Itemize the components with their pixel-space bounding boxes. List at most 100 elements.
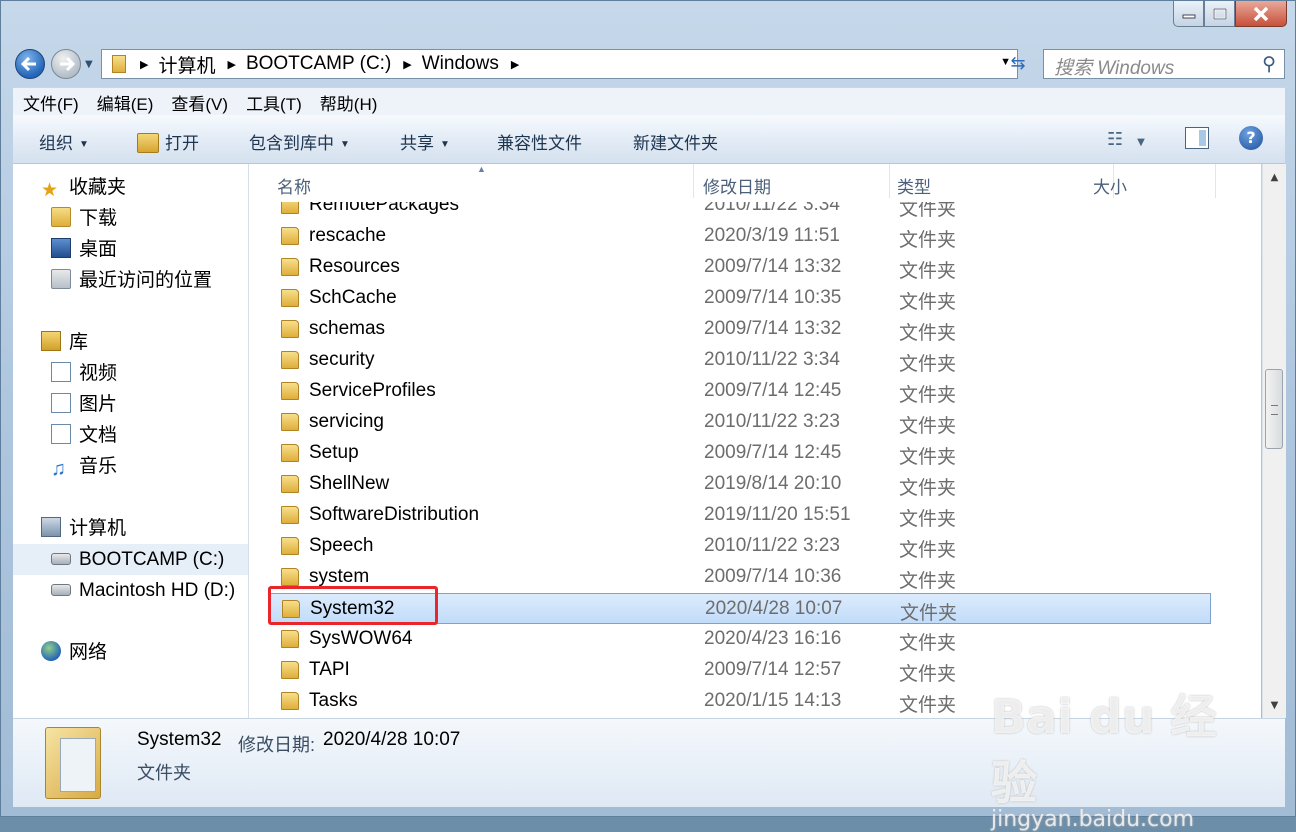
compat-files-button[interactable]: 兼容性文件 — [497, 129, 582, 154]
column-type[interactable]: 类型 — [897, 173, 931, 198]
address-bar[interactable]: ▶ 计算机 ▶ BOOTCAMP (C:) ▶ Windows ▶ ▼ — [101, 49, 1018, 79]
menu-view[interactable]: 查看(V) — [161, 90, 236, 115]
close-button[interactable] — [1235, 1, 1287, 27]
table-row[interactable]: Speech 2010/11/22 3:23 文件夹 — [269, 531, 1211, 562]
nav-label: 计算机 — [69, 518, 127, 539]
new-folder-label: 新建文件夹 — [633, 134, 718, 153]
file-name: rescache — [309, 225, 387, 246]
column-size[interactable]: 大小 — [1093, 173, 1127, 198]
chevron-right-icon[interactable]: ▶ — [511, 58, 519, 71]
open-button[interactable]: 打开 — [137, 129, 199, 154]
file-date: 2010/11/22 3:23 — [704, 535, 840, 556]
chevron-right-icon[interactable]: ▶ — [227, 58, 235, 71]
table-row[interactable]: rescache 2020/3/19 11:51 文件夹 — [269, 221, 1211, 252]
column-divider[interactable] — [693, 164, 694, 198]
grip-icon — [1271, 405, 1278, 415]
folder-icon — [281, 227, 299, 245]
folder-icon — [281, 382, 299, 400]
share-button[interactable]: 共享 ▼ — [400, 129, 450, 154]
nav-item-videos[interactable]: 视频 — [51, 358, 117, 389]
table-row[interactable]: RemotePackages 2010/11/22 3:34 文件夹 — [269, 202, 1211, 221]
nav-item-network[interactable]: 网络 — [41, 637, 107, 668]
video-library-icon — [51, 362, 71, 382]
table-row[interactable]: ShellNew 2019/8/14 20:10 文件夹 — [269, 469, 1211, 500]
new-folder-button[interactable]: 新建文件夹 — [633, 129, 718, 154]
file-date: 2009/7/14 10:36 — [704, 566, 842, 587]
file-type: 文件夹 — [899, 354, 957, 375]
menu-help[interactable]: 帮助(H) — [310, 90, 386, 115]
chevron-right-icon[interactable]: ▶ — [140, 58, 148, 71]
chevron-right-icon[interactable]: ▶ — [403, 58, 411, 71]
include-library-label: 包含到库中 — [249, 134, 334, 153]
recent-pages-dropdown[interactable]: ▼ — [85, 59, 93, 70]
vertical-scrollbar[interactable]: ▲ ▼ — [1262, 164, 1286, 718]
include-in-library-button[interactable]: 包含到库中 ▼ — [249, 129, 350, 154]
scroll-down-arrow[interactable]: ▼ — [1263, 696, 1286, 716]
column-name[interactable]: 名称 — [277, 173, 311, 198]
command-bar: 组织 ▼ 打开 包含到库中 ▼ 共享 ▼ 兼容性文件 新建文件夹 ☷ ▼ ? — [13, 115, 1285, 164]
file-date: 2009/7/14 12:45 — [704, 380, 842, 401]
file-name: security — [309, 349, 375, 370]
table-row[interactable]: SysWOW64 2020/4/23 16:16 文件夹 — [269, 624, 1211, 655]
nav-label: BOOTCAMP (C:) — [79, 549, 225, 570]
search-icon[interactable]: ⚲ — [1262, 53, 1276, 76]
watermark-brand: Bai du 经验 — [991, 690, 1217, 810]
forward-button[interactable] — [51, 49, 81, 79]
nav-item-recent[interactable]: 最近访问的位置 — [51, 265, 212, 296]
large-folder-icon — [45, 727, 101, 799]
nav-item-desktop[interactable]: 桌面 — [51, 234, 117, 265]
chevron-down-icon: ▼ — [440, 139, 450, 151]
table-row[interactable]: SoftwareDistribution 2019/11/20 15:51 文件夹 — [269, 500, 1211, 531]
nav-item-computer[interactable]: 计算机 — [41, 513, 126, 544]
table-row[interactable]: Resources 2009/7/14 13:32 文件夹 — [269, 252, 1211, 283]
nav-label: 文档 — [79, 425, 118, 446]
nav-item-drive-c[interactable]: BOOTCAMP (C:) — [13, 544, 248, 575]
table-row[interactable]: Setup 2009/7/14 12:45 文件夹 — [269, 438, 1211, 469]
music-note-icon: ♫ — [51, 458, 66, 480]
file-date: 2020/1/15 14:13 — [704, 690, 842, 711]
column-divider[interactable] — [889, 164, 890, 198]
column-date[interactable]: 修改日期 — [703, 173, 771, 198]
nav-item-drive-d[interactable]: Macintosh HD (D:) — [51, 575, 235, 606]
nav-item-downloads[interactable]: 下载 — [51, 203, 117, 234]
preview-pane-icon[interactable] — [1185, 127, 1209, 149]
change-view-button[interactable]: ☷ ▼ — [1107, 129, 1145, 150]
table-row[interactable]: schemas 2009/7/14 13:32 文件夹 — [269, 314, 1211, 345]
nav-label: 最近访问的位置 — [79, 270, 213, 291]
scroll-up-arrow[interactable]: ▲ — [1263, 168, 1286, 188]
nav-item-libraries[interactable]: 库 — [41, 327, 88, 358]
menu-file[interactable]: 文件(F) — [13, 90, 87, 115]
table-row[interactable]: security 2010/11/22 3:34 文件夹 — [269, 345, 1211, 376]
file-type: 文件夹 — [899, 633, 957, 654]
menu-tools[interactable]: 工具(T) — [236, 90, 310, 115]
organize-label: 组织 — [39, 134, 73, 153]
nav-item-favorites[interactable]: ★ 收藏夹 — [41, 172, 126, 203]
folder-icon — [281, 630, 299, 648]
scroll-thumb[interactable] — [1265, 369, 1283, 449]
table-row[interactable]: SchCache 2009/7/14 10:35 文件夹 — [269, 283, 1211, 314]
table-row[interactable]: servicing 2010/11/22 3:23 文件夹 — [269, 407, 1211, 438]
folder-icon — [112, 55, 126, 73]
back-button[interactable] — [15, 49, 45, 79]
sort-ascending-icon: ▲ — [477, 164, 486, 174]
menu-edit[interactable]: 编辑(E) — [87, 90, 162, 115]
nav-item-music[interactable]: ♫ 音乐 — [51, 451, 117, 482]
breadcrumb-windows[interactable]: Windows — [422, 53, 499, 75]
picture-library-icon — [51, 393, 71, 413]
refresh-icon[interactable]: ⇆ — [1005, 53, 1031, 77]
column-divider[interactable] — [1215, 164, 1216, 198]
minimize-button[interactable] — [1173, 1, 1204, 27]
help-icon[interactable]: ? — [1239, 126, 1263, 150]
table-row[interactable]: ServiceProfiles 2009/7/14 12:45 文件夹 — [269, 376, 1211, 407]
organize-button[interactable]: 组织 ▼ — [39, 129, 89, 154]
maximize-button[interactable] — [1204, 1, 1235, 27]
breadcrumb-computer[interactable]: 计算机 — [158, 51, 215, 78]
breadcrumb-drive-c[interactable]: BOOTCAMP (C:) — [246, 53, 391, 75]
watermark-url: jingyan.baidu.com — [991, 807, 1195, 832]
nav-item-pictures[interactable]: 图片 — [51, 389, 117, 420]
search-placeholder: 搜索 Windows — [1054, 58, 1175, 79]
search-input[interactable]: 搜索 Windows ⚲ — [1043, 49, 1285, 79]
nav-item-documents[interactable]: 文档 — [51, 420, 117, 451]
network-globe-icon — [41, 641, 61, 661]
file-date: 2020/4/28 10:07 — [705, 598, 843, 619]
